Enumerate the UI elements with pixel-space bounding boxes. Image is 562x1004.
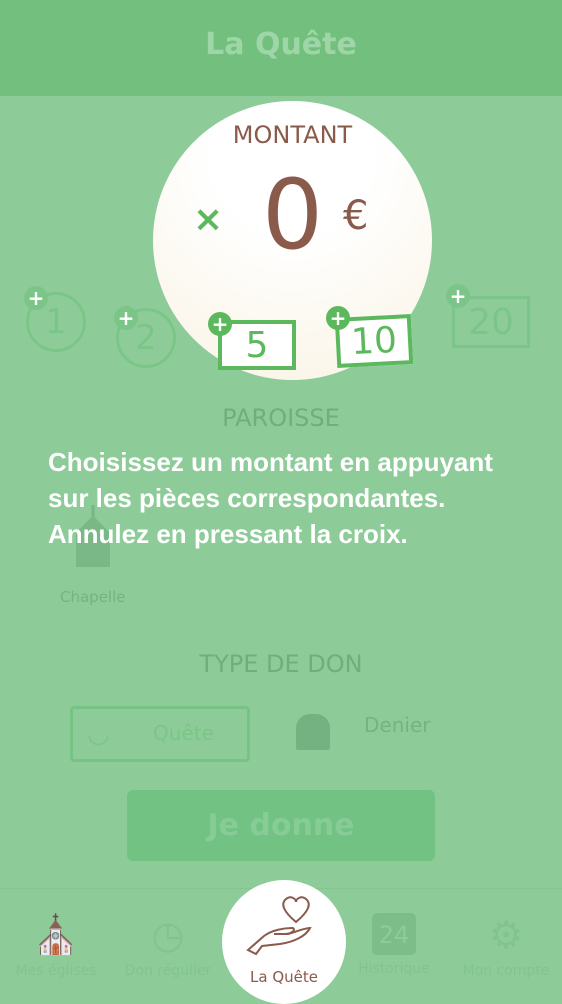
app-header: La Quête [0,0,562,96]
plus-icon: + [24,286,48,310]
tab-historique[interactable]: 24 Historique [338,889,450,1001]
paroisse-label: PAROISSE [222,404,340,432]
type-don-label: TYPE DE DON [199,650,363,678]
submit-button[interactable]: Je donne [127,790,435,861]
tab-don-regulier[interactable]: ◷ Don régulier [112,889,224,1001]
onboarding-hint: Choisissez un montant en appuyant sur le… [48,447,493,549]
clock-icon: ◷ [151,913,185,957]
plus-icon: + [208,312,232,336]
plus-icon: + [326,306,350,330]
quete-option[interactable]: ◡ Quête [70,706,250,762]
priest-icon [296,714,330,750]
calendar-icon: 24 [372,913,416,955]
plus-icon: + [114,306,138,330]
heart-hand-icon [246,896,312,956]
tab-mon-compte[interactable]: ⚙ Mon compte [450,889,562,1001]
church-name[interactable]: Chapelle [60,588,126,606]
currency-symbol: € [343,193,369,239]
church-icon: ⛪ [32,913,80,957]
denier-option[interactable]: Denier [364,713,430,737]
gear-icon: ⚙ [488,913,524,957]
plus-icon: + [446,284,470,308]
tab-la-quete[interactable]: La Quête [222,880,346,1004]
amount-label: MONTANT [232,121,353,149]
amount-value: 0 [261,159,324,271]
app-title: La Quête [205,26,357,62]
collection-bowl-icon: ◡ [87,719,110,749]
tab-mes-eglises[interactable]: ⛪ Mes églises [0,889,112,1001]
